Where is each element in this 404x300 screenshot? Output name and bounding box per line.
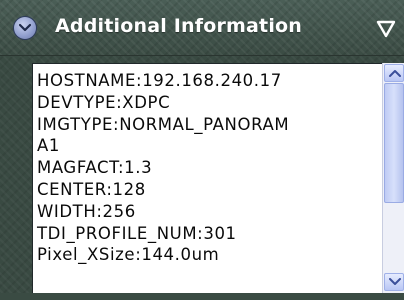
info-line: DEVTYPE:XDPC — [37, 92, 171, 112]
info-line: MAGFACT:1.3 — [37, 158, 153, 178]
scroll-thumb[interactable] — [384, 83, 404, 203]
chevron-down-icon — [389, 278, 401, 285]
chevron-up-icon — [389, 70, 401, 77]
info-line: CENTER:128 — [37, 179, 146, 199]
info-line: Pixel_XSize:144.0um — [37, 245, 220, 265]
info-text-area[interactable]: HOSTNAME:192.168.240.17 DEVTYPE:XDPC IMG… — [32, 63, 404, 293]
triangle-down-icon[interactable] — [375, 18, 397, 40]
info-line: WIDTH:256 — [37, 201, 136, 221]
panel-title: Additional Information — [55, 15, 303, 37]
chevron-down-icon — [19, 23, 31, 32]
info-line: A1 — [37, 136, 60, 156]
info-line: HOSTNAME:192.168.240.17 — [37, 71, 282, 90]
panel-bottom-border — [0, 293, 404, 300]
panel-header[interactable]: Additional Information — [0, 0, 404, 56]
collapse-button[interactable] — [14, 17, 36, 39]
scroll-down-button[interactable] — [384, 273, 404, 291]
info-line: TDI_PROFILE_NUM:301 — [37, 223, 237, 243]
additional-information-panel: Additional Information HOSTNAME:192.168.… — [0, 0, 404, 300]
scroll-up-button[interactable] — [384, 64, 404, 82]
info-line: IMGTYPE:NORMAL_PANORAM — [37, 114, 290, 134]
info-text-content: HOSTNAME:192.168.240.17 DEVTYPE:XDPC IMG… — [37, 70, 379, 266]
vertical-scrollbar[interactable] — [382, 63, 404, 293]
